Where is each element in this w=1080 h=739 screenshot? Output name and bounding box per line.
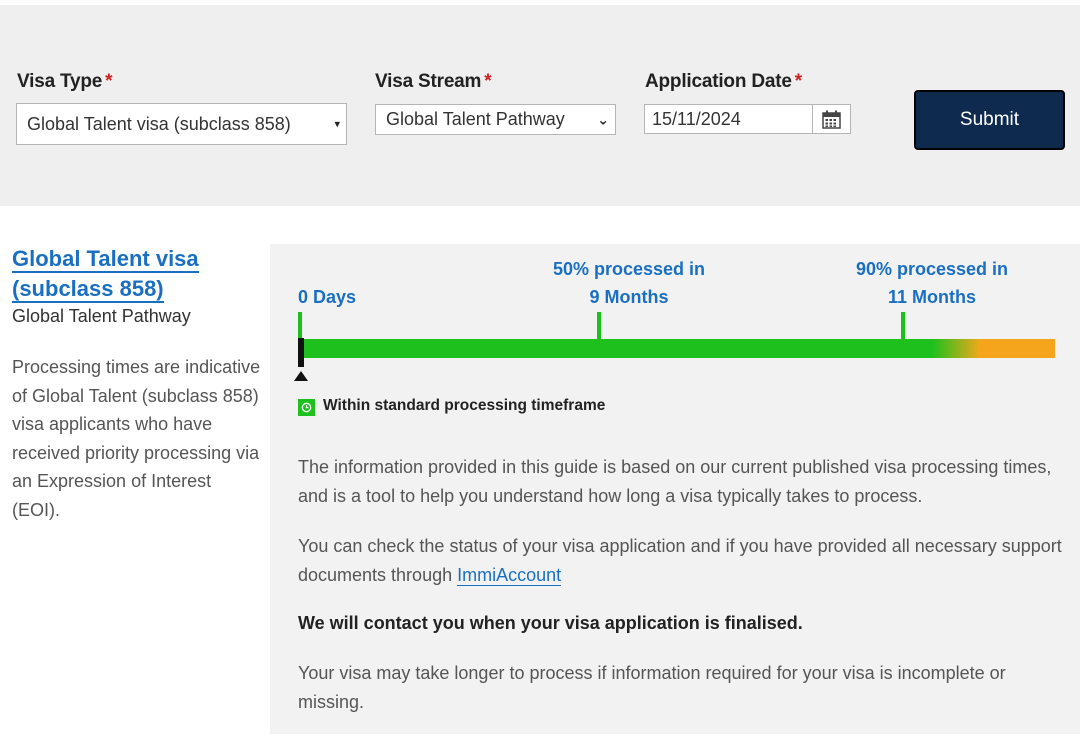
visa-title-link[interactable]: Global Talent visa (subclass 858) (12, 244, 232, 304)
submit-button[interactable]: Submit (914, 90, 1065, 150)
immiaccount-link[interactable]: ImmiAccount (457, 564, 562, 586)
triangle-up-icon (294, 371, 308, 381)
application-date-label: Application Date * (645, 71, 802, 92)
legend-within-label: Within standard processing timeframe (323, 397, 606, 414)
timeline-p90-label: 90% processed in 11 Months (855, 259, 1009, 307)
info-paragraph-2: You can check the status of your visa ap… (298, 536, 1062, 586)
visa-title-line1: Global Talent visa (12, 246, 199, 273)
timeline-bar-beyond (975, 339, 1055, 358)
visa-type-value: Global Talent visa (subclass 858) (27, 113, 291, 134)
visa-type-label: Visa Type * (17, 71, 113, 92)
visa-stream-label: Visa Stream * (375, 71, 492, 92)
calendar-icon (822, 110, 841, 129)
current-position-marker (298, 338, 304, 367)
clock-icon (301, 402, 312, 413)
application-date-input[interactable]: 15/11/2024 (644, 104, 812, 134)
visa-stream-select[interactable]: Global Talent Pathway ⌄ (375, 104, 616, 135)
processing-note: Processing times are indicative of Globa… (12, 357, 261, 520)
calendar-button[interactable] (812, 104, 851, 134)
visa-stream-name: Global Talent Pathway (12, 306, 191, 326)
visa-type-select[interactable]: Global Talent visa (subclass 858) ▾ (16, 103, 347, 145)
info-paragraph-3: We will contact you when your visa appli… (298, 613, 803, 633)
application-date-value: 15/11/2024 (652, 108, 741, 129)
info-paragraph-4: Your visa may take longer to process if … (298, 663, 1006, 712)
timeline-p50-label: 50% processed in 9 Months (552, 259, 706, 307)
legend-swatch-within (298, 399, 315, 416)
timeline-p50-tick (597, 312, 601, 339)
timeline-p90-tick (901, 312, 905, 339)
info-paragraph-1: The information provided in this guide i… (298, 457, 1052, 506)
caret-down-icon: ▾ (334, 118, 340, 131)
timeline-start-label: 0 Days (298, 287, 357, 307)
visa-title-line2: (subclass 858) (12, 276, 164, 303)
chevron-down-icon: ⌄ (597, 111, 609, 127)
timeline-bar-within (300, 339, 980, 358)
visa-stream-value: Global Talent Pathway (386, 109, 565, 129)
timeline-start-tick (298, 312, 302, 339)
